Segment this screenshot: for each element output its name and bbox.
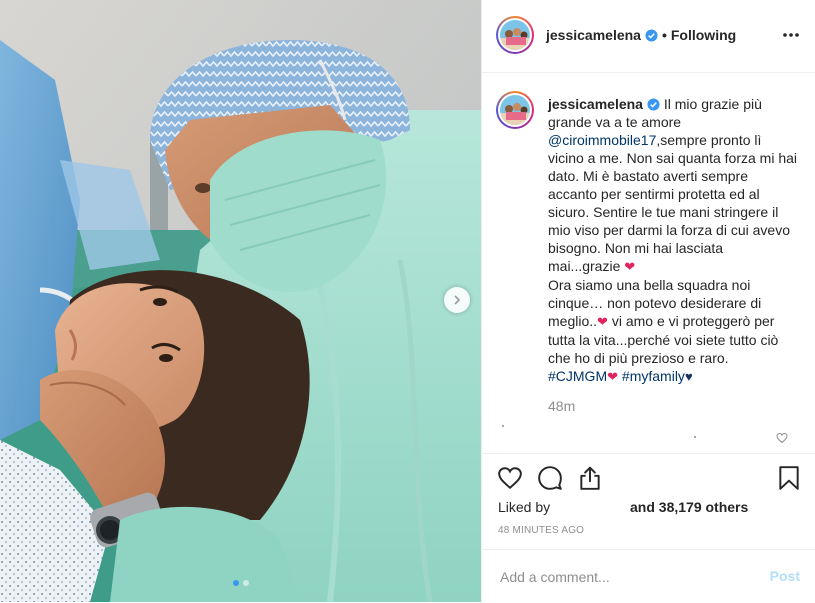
heart-icon[interactable]: [497, 465, 523, 491]
caption-time[interactable]: 48m: [548, 398, 575, 414]
liked-by-label: Liked by: [498, 499, 551, 515]
post-comment-button[interactable]: Post: [770, 568, 800, 584]
photo-illustration: [0, 0, 481, 602]
post-side-panel: jessicamelena • Following jessicamelena …: [481, 0, 815, 602]
verified-badge-icon: [645, 28, 658, 42]
add-comment-bar: Post: [482, 549, 815, 603]
header-user-line: jessicamelena • Following: [546, 27, 736, 43]
carousel-indicator: [0, 580, 481, 586]
more-options-icon[interactable]: [782, 26, 800, 44]
post-timestamp[interactable]: 48 MINUTES AGO: [498, 525, 584, 536]
carousel-dot-active: [232, 580, 239, 586]
divider-dot: [502, 425, 504, 427]
caption-avatar[interactable]: [496, 91, 534, 129]
username-link[interactable]: jessicamelena: [546, 27, 641, 43]
avatar-image: [500, 20, 530, 50]
likes-summary: Liked by and 38,179 others: [498, 499, 748, 515]
following-button[interactable]: Following: [671, 27, 736, 43]
post-header: jessicamelena • Following: [482, 0, 815, 73]
avatar-image: [500, 95, 530, 125]
comment-like-heart-icon[interactable]: [776, 432, 788, 444]
carousel-next-button[interactable]: [444, 287, 470, 313]
red-heart-emoji: ❤: [607, 369, 619, 384]
red-heart-emoji: ❤: [597, 314, 608, 329]
post-actions-bar: [482, 453, 815, 494]
caption-text-2: ,sempre pronto lì vicino a me. Non sai q…: [548, 132, 798, 274]
hashtag-link[interactable]: #CJMGM: [548, 368, 607, 384]
likes-count-link[interactable]: and 38,179 others: [630, 499, 748, 515]
share-icon[interactable]: [577, 465, 603, 491]
comments-section: jessicamelena Il mio grazie più grande v…: [482, 73, 815, 453]
post-caption: jessicamelena Il mio grazie più grande v…: [548, 95, 798, 386]
chevron-right-icon: [454, 295, 461, 305]
hashtag-link[interactable]: #myfamily: [622, 368, 685, 384]
avatar[interactable]: [496, 16, 534, 54]
instagram-post-view: jessicamelena • Following jessicamelena …: [0, 0, 815, 602]
carousel-dot: [242, 580, 249, 586]
divider-dot: [694, 436, 696, 438]
bookmark-icon[interactable]: [776, 465, 802, 491]
comment-icon[interactable]: [537, 465, 563, 491]
red-heart-emoji: ❤: [624, 259, 636, 274]
caption-mention[interactable]: @ciroimmobile17: [548, 132, 656, 148]
post-photo[interactable]: [0, 0, 481, 602]
avatar-border: [498, 93, 532, 127]
header-separator: •: [661, 27, 667, 43]
caption-author[interactable]: jessicamelena: [548, 96, 643, 112]
comment-input[interactable]: [498, 565, 752, 589]
avatar-border: [498, 18, 532, 52]
navy-heart-emoji: ♥: [684, 369, 693, 384]
verified-badge-icon: [647, 98, 660, 111]
